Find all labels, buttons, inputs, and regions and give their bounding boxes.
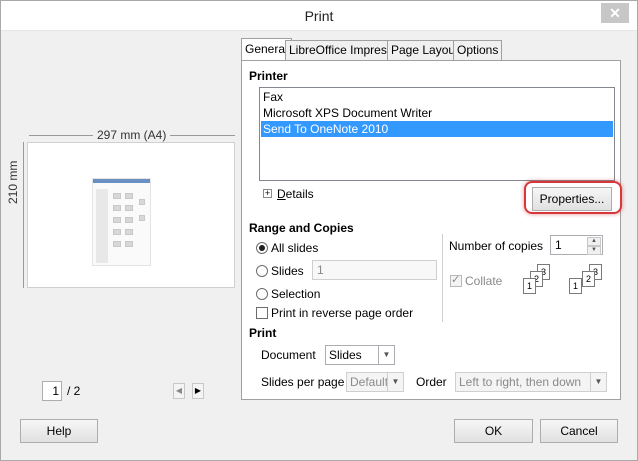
slides-radio[interactable] [256, 265, 268, 277]
collate-pages-icon-2: 3 2 1 [567, 264, 607, 298]
tab-libreoffice-impress[interactable]: LibreOffice Impress [285, 40, 397, 61]
document-label: Document [261, 348, 316, 362]
tab-options[interactable]: Options [453, 40, 503, 61]
increment-icon[interactable]: ▲ [587, 237, 601, 246]
document-value: Slides [329, 348, 362, 362]
reverse-order-label[interactable]: Print in reverse page order [271, 306, 413, 320]
slides-per-page-value: Default [350, 375, 389, 389]
copies-label: Number of copies [449, 239, 544, 253]
order-select[interactable]: Left to right, then down ▼ [455, 372, 607, 392]
cancel-button[interactable]: Cancel [540, 419, 618, 443]
all-slides-radio[interactable] [256, 242, 268, 254]
order-label: Order [416, 375, 447, 389]
printer-item-onenote[interactable]: Send To OneNote 2010 [261, 121, 613, 137]
slide-preview-thumbnail [92, 178, 151, 266]
paper-height-label: 210 mm [6, 157, 20, 207]
tab-page-layout[interactable]: Page Layout [387, 40, 463, 61]
close-icon: ✕ [609, 5, 621, 21]
decrement-icon[interactable]: ▼ [587, 246, 601, 255]
printer-section-title: Printer [249, 69, 288, 83]
details-expand-icon[interactable]: + [263, 189, 272, 198]
copies-spinner[interactable]: ▲ ▼ [587, 237, 601, 255]
reverse-order-checkbox[interactable] [256, 307, 268, 319]
chevron-right-icon: ▶ [194, 386, 202, 395]
collate-pages-icon: 3 2 1 [521, 264, 561, 298]
help-button[interactable]: Help [20, 419, 98, 443]
title-bar: Print ✕ [1, 1, 637, 31]
document-select[interactable]: Slides ▼ [325, 345, 395, 365]
page-number-input[interactable]: 1 [42, 381, 62, 401]
paper-height-indicator [23, 142, 24, 288]
properties-button[interactable]: Properties... [532, 187, 612, 211]
chevron-down-icon[interactable]: ▼ [387, 373, 403, 391]
paper-size-label: 297 mm (A4) [93, 128, 171, 142]
slides-label[interactable]: Slides [271, 264, 304, 278]
print-section-title: Print [249, 326, 277, 340]
ok-button[interactable]: OK [454, 419, 533, 443]
details-label-rest: etails [285, 187, 314, 201]
details-label[interactable]: Details [277, 187, 314, 201]
chevron-down-icon[interactable]: ▼ [590, 373, 606, 391]
window-title: Print [304, 8, 334, 24]
range-section-title: Range and Copies [249, 221, 354, 235]
range-divider [442, 234, 443, 322]
selection-label[interactable]: Selection [271, 287, 320, 301]
slides-range-input[interactable]: 1 [312, 260, 437, 280]
page-total-label: / 2 [67, 384, 81, 398]
chevron-down-icon[interactable]: ▼ [378, 346, 394, 364]
previous-page-button[interactable]: ◀ [173, 383, 185, 399]
close-button[interactable]: ✕ [601, 3, 629, 23]
print-dialog: Print ✕ 297 mm (A4) 210 mm 1 / 2 ◀ ▶ Gen… [0, 0, 638, 461]
printer-list[interactable]: Fax Microsoft XPS Document Writer Send T… [259, 87, 615, 181]
slides-per-page-select[interactable]: Default ▼ [346, 372, 404, 392]
printer-item-fax[interactable]: Fax [261, 89, 613, 105]
all-slides-label[interactable]: All slides [271, 241, 318, 255]
slides-per-page-label: Slides per page [261, 375, 345, 389]
chevron-left-icon: ◀ [175, 386, 183, 395]
next-page-button[interactable]: ▶ [192, 383, 204, 399]
copies-input[interactable]: 1 ▲ ▼ [550, 235, 603, 255]
collate-label[interactable]: Collate [465, 274, 502, 288]
copies-value: 1 [555, 238, 562, 252]
order-value: Left to right, then down [459, 375, 582, 389]
selection-radio[interactable] [256, 288, 268, 300]
printer-item-xps[interactable]: Microsoft XPS Document Writer [261, 105, 613, 121]
collate-checkbox[interactable] [450, 273, 462, 287]
